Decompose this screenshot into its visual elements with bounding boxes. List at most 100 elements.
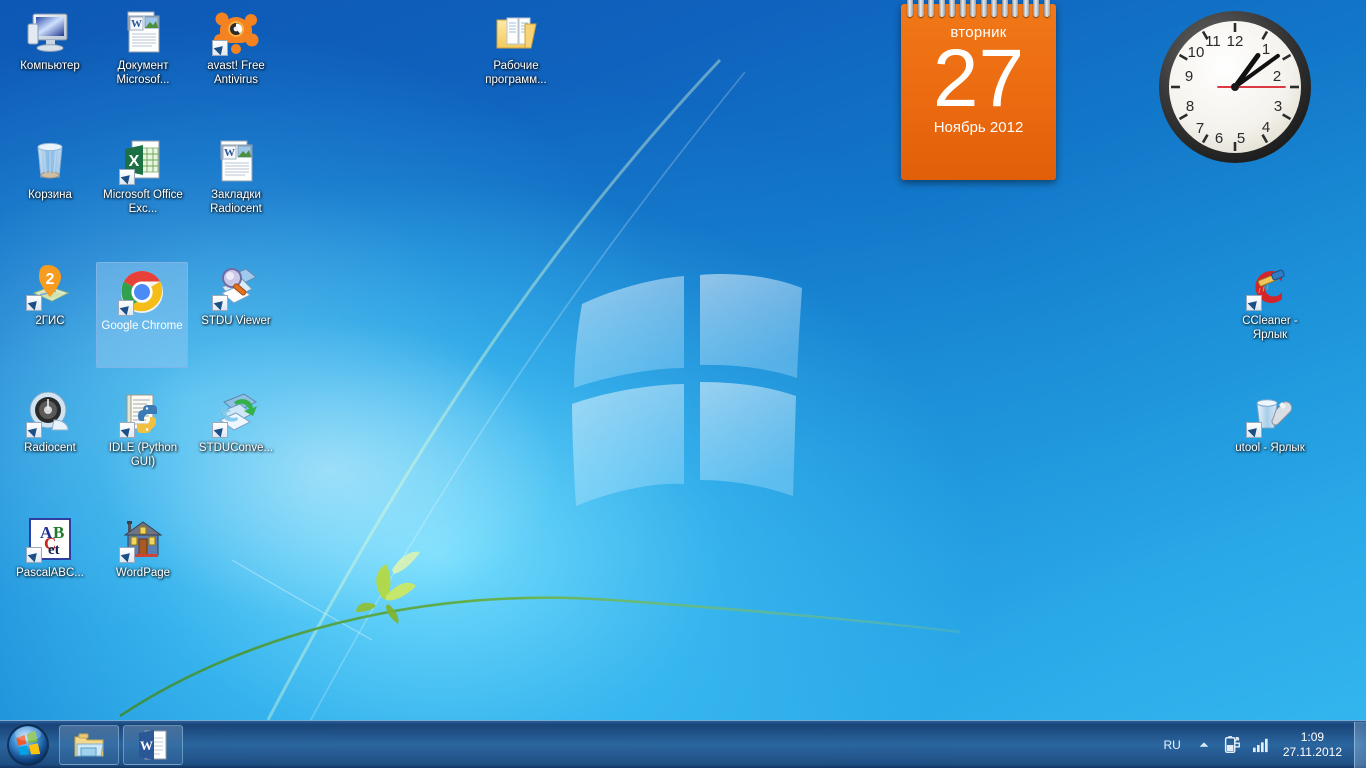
desktop-icon-label: CCleaner - Ярлык	[1242, 315, 1298, 341]
taskbar-item-explorer[interactable]	[59, 724, 119, 765]
svg-text:3: 3	[1274, 98, 1282, 115]
desktop-icon-label: Microsoft Office Exc...	[103, 189, 183, 215]
chevron-up-icon[interactable]	[1191, 730, 1217, 760]
calendar-day-number: 27	[932, 33, 1025, 124]
svg-text:5: 5	[1237, 130, 1245, 147]
google-chrome-icon	[118, 268, 166, 316]
recycle-bin-icon	[26, 137, 74, 185]
desktop-icon-label: 2ГИС	[35, 315, 65, 327]
word-document-icon: W	[212, 137, 260, 185]
analog-clock-gadget[interactable]: 12 1 2 3 4 5 6 7 8 9 10 11	[1156, 8, 1314, 166]
shortcut-arrow-icon	[26, 422, 42, 438]
desktop-icon-recycle-bin[interactable]: Корзина	[4, 137, 96, 203]
shortcut-arrow-icon	[118, 300, 134, 316]
desktop-icon-wordpage[interactable]: WordPage	[97, 515, 189, 581]
desktop-icon-pascalabc[interactable]: A B C et PascalABC...	[4, 515, 96, 581]
svg-text:7: 7	[1196, 120, 1204, 137]
desktop-icon-label: Закладки Radiocent	[210, 189, 262, 215]
svg-text:1: 1	[1262, 41, 1270, 58]
tray-time: 1:09	[1300, 729, 1325, 744]
desktop-icon-label: avast! Free Antivirus	[207, 60, 265, 86]
start-orb[interactable]	[1, 722, 55, 768]
show-desktop-button[interactable]	[1354, 721, 1366, 768]
desktop-icon-label: PascalABC...	[16, 567, 84, 579]
desktop-icon-label: Документ Microsof...	[116, 60, 170, 86]
2gis-map-pin-icon: 2	[26, 263, 74, 311]
desktop-icon-word-document[interactable]: W Документ Microsof...	[97, 8, 189, 87]
avast-antivirus-icon	[212, 8, 260, 56]
desktop-icon-label: Рабочие программ...	[485, 60, 547, 86]
calendar-month-year: Ноябрь 2012	[933, 119, 1024, 136]
python-idle-icon	[119, 390, 167, 438]
desktop-icon-2gis[interactable]: 2 2ГИС	[4, 263, 96, 329]
shortcut-arrow-icon	[119, 422, 135, 438]
taskbar-item-word[interactable]: W	[123, 724, 183, 765]
signal-bars-icon[interactable]	[1247, 730, 1275, 760]
ccleaner-icon	[1246, 263, 1294, 311]
battery-plug-icon[interactable]	[1217, 730, 1247, 760]
svg-text:11: 11	[1205, 33, 1221, 50]
excel-icon: X	[119, 137, 167, 185]
desktop[interactable]: Компьютер W Документ Microsof... avast! …	[0, 0, 1366, 768]
desktop-icon-excel[interactable]: X Microsoft Office Exc...	[97, 137, 189, 216]
svg-text:8: 8	[1186, 98, 1194, 115]
svg-text:10: 10	[1188, 44, 1205, 61]
desktop-icon-utool[interactable]: utool - Ярлык	[1224, 390, 1316, 456]
system-tray[interactable]: RU 1:09 27.11.2012	[1153, 721, 1366, 768]
stdu-converter-icon	[212, 390, 260, 438]
desktop-icon-google-chrome[interactable]: Google Chrome	[96, 262, 188, 368]
tray-language-indicator[interactable]: RU	[1153, 738, 1190, 752]
desktop-icon-label: IDLE (Python GUI)	[108, 442, 178, 468]
windows-logo-watermark	[572, 274, 802, 506]
svg-text:et: et	[48, 542, 60, 558]
tray-date: 27.11.2012	[1282, 744, 1342, 759]
shortcut-arrow-icon	[119, 547, 135, 563]
shortcut-arrow-icon	[26, 547, 42, 563]
shortcut-arrow-icon	[212, 422, 228, 438]
shortcut-arrow-icon	[212, 295, 228, 311]
utool-bucket-wrench-icon	[1246, 390, 1294, 438]
svg-text:W: W	[140, 738, 153, 753]
desktop-icon-radiocent-bookmarks[interactable]: W Закладки Radiocent	[190, 137, 282, 216]
shortcut-arrow-icon	[119, 169, 135, 185]
svg-text:9: 9	[1185, 68, 1193, 85]
tray-clock[interactable]: 1:09 27.11.2012	[1275, 730, 1352, 760]
svg-text:12: 12	[1227, 33, 1244, 50]
folder-icon	[492, 8, 540, 56]
svg-text:2: 2	[1273, 68, 1281, 85]
desktop-icon-label: STDUConve...	[198, 442, 274, 454]
svg-text:X: X	[129, 153, 140, 170]
desktop-icon-python-idle[interactable]: IDLE (Python GUI)	[97, 390, 189, 469]
svg-text:2: 2	[46, 271, 55, 288]
taskbar[interactable]: W RU 1:09 27.11.2012	[0, 720, 1366, 768]
desktop-icon-label: utool - Ярлык	[1235, 442, 1305, 454]
computer-monitor-icon	[26, 8, 74, 56]
wordpage-house-icon	[119, 515, 167, 563]
desktop-icon-label: Radiocent	[24, 442, 76, 454]
calendar-gadget[interactable]: вторник 27 Ноябрь 2012	[901, 0, 1056, 180]
desktop-icon-folder-work-programs[interactable]: Рабочие программ...	[470, 8, 562, 87]
stdu-viewer-icon	[212, 263, 260, 311]
pascalabc-icon: A B C et	[26, 515, 74, 563]
desktop-icon-label: Корзина	[28, 189, 72, 201]
svg-text:4: 4	[1262, 119, 1270, 136]
shortcut-arrow-icon	[1246, 422, 1262, 438]
desktop-icon-avast[interactable]: avast! Free Antivirus	[190, 8, 282, 87]
desktop-icon-label: STDU Viewer	[201, 315, 271, 327]
desktop-icon-stdu-viewer[interactable]: STDU Viewer	[190, 263, 282, 329]
desktop-icon-computer[interactable]: Компьютер	[4, 8, 96, 74]
calendar-spiral-binding	[907, 0, 1050, 18]
desktop-icon-label: Компьютер	[20, 60, 80, 72]
svg-text:W: W	[224, 147, 235, 159]
svg-text:6: 6	[1215, 130, 1223, 147]
desktop-icon-stdu-converter[interactable]: STDUConve...	[190, 390, 282, 456]
desktop-icon-ccleaner[interactable]: CCleaner - Ярлык	[1224, 263, 1316, 342]
shortcut-arrow-icon	[1246, 295, 1262, 311]
radiocent-dial-icon	[26, 390, 74, 438]
svg-text:W: W	[131, 18, 142, 30]
shortcut-arrow-icon	[212, 40, 228, 56]
word-document-icon: W	[119, 8, 167, 56]
desktop-icon-radiocent[interactable]: Radiocent	[4, 390, 96, 456]
desktop-icon-label: WordPage	[115, 567, 171, 579]
desktop-icon-label: Google Chrome	[101, 320, 183, 332]
